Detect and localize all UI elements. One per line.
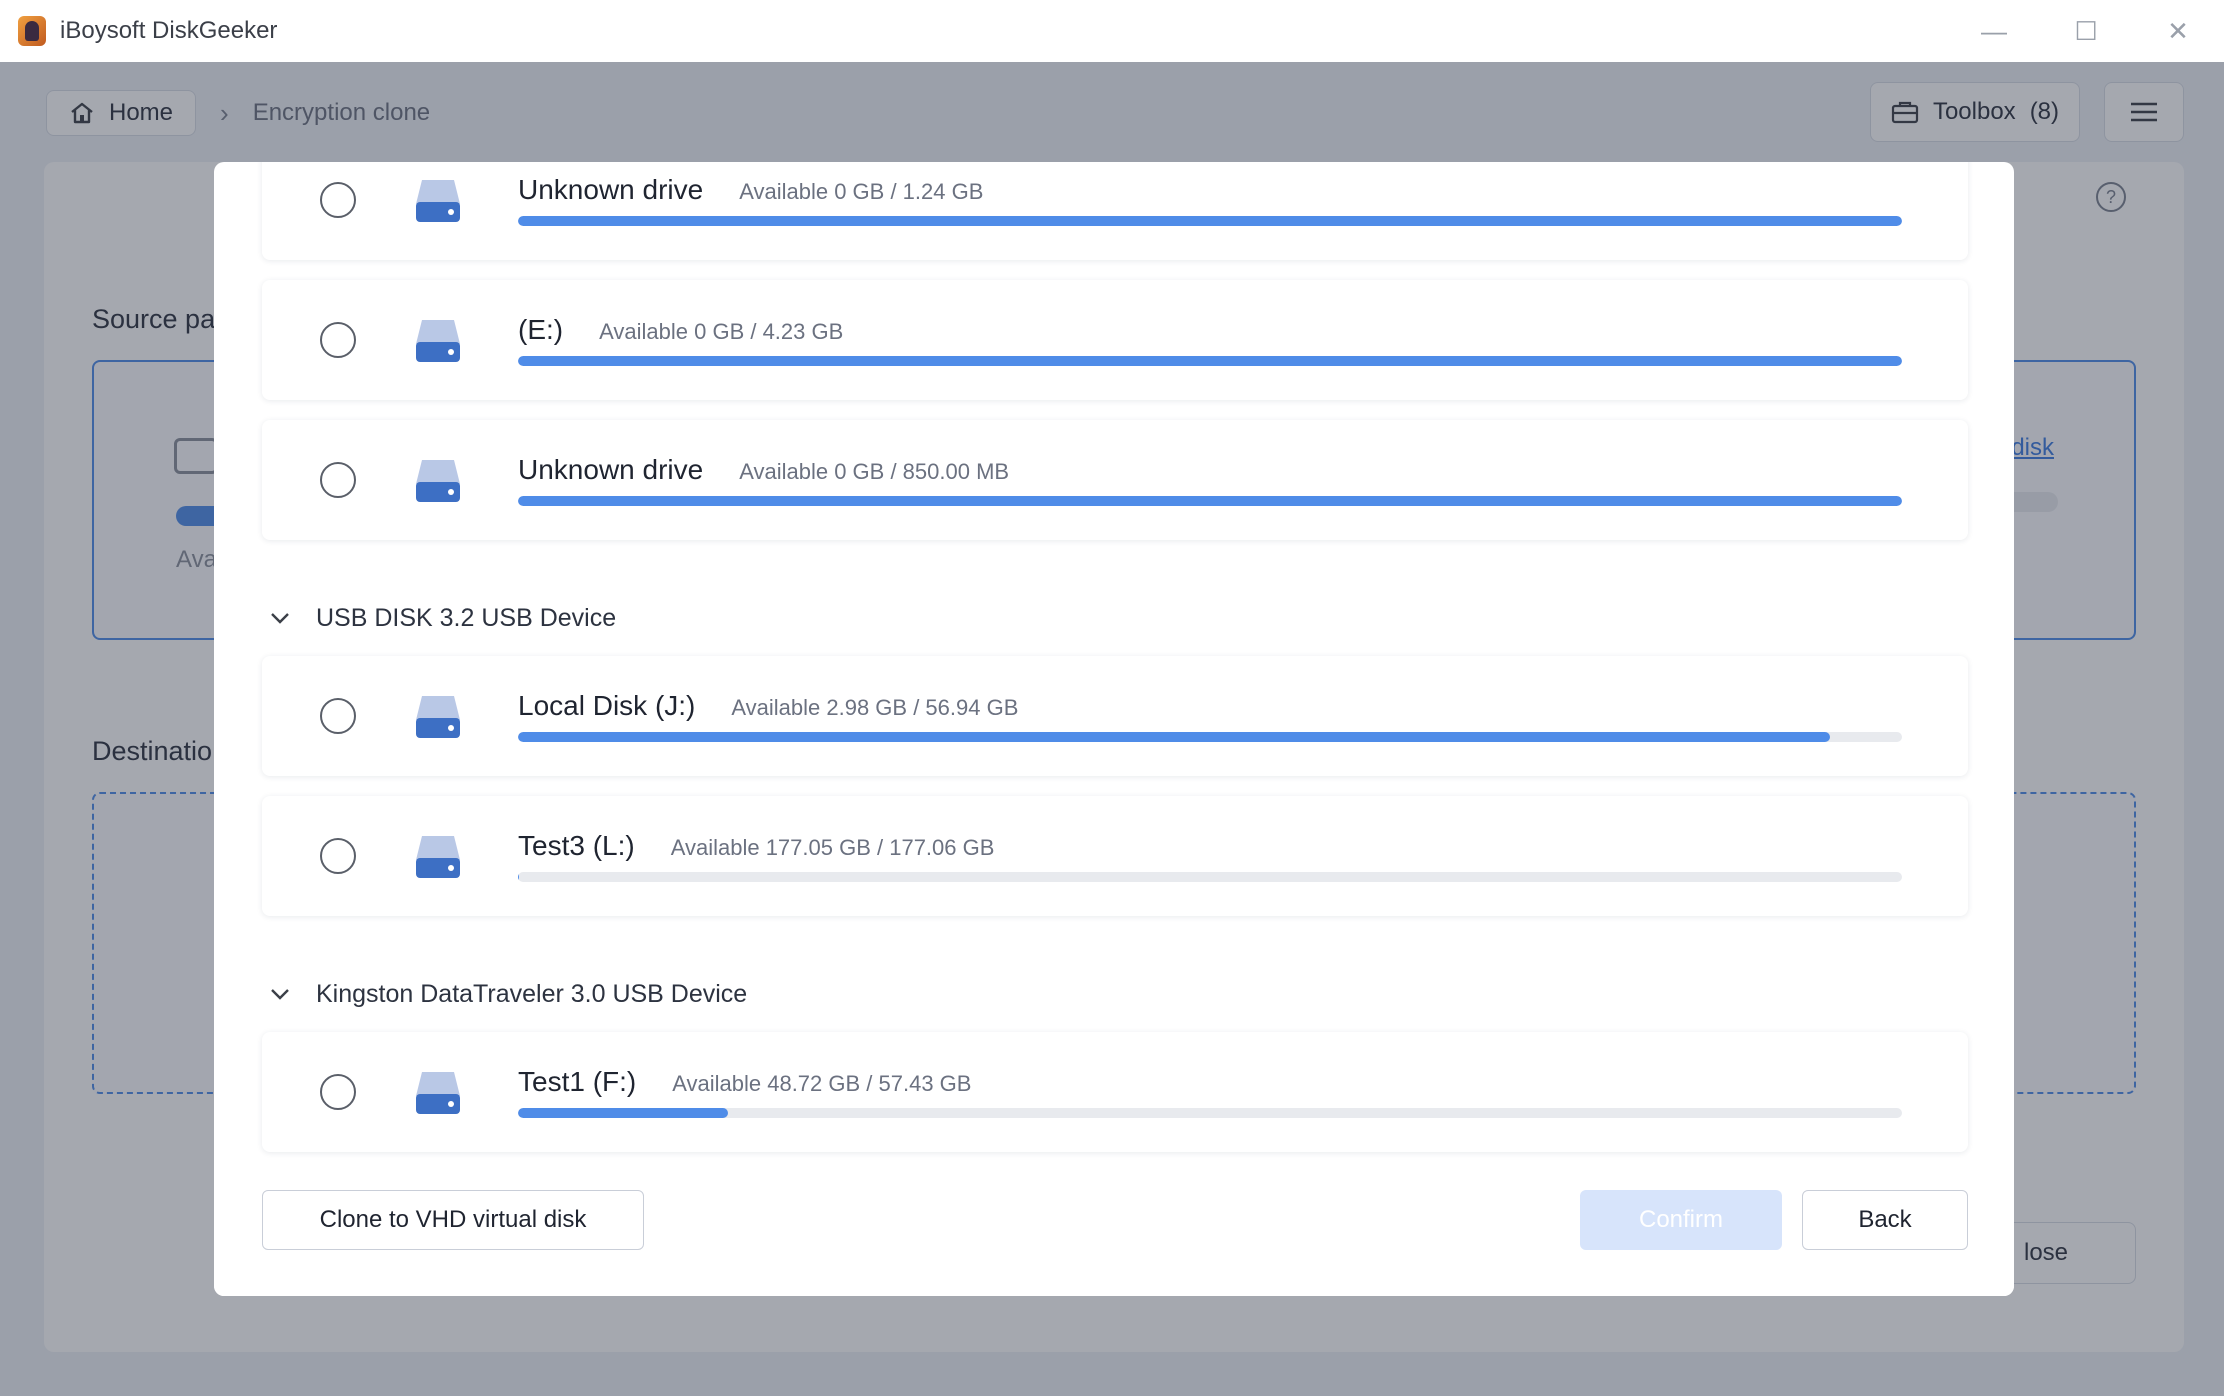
drive-usage-fill: [518, 496, 1902, 506]
drive-name: Local Disk (J:): [518, 690, 696, 721]
drive-icon: [416, 460, 460, 502]
drive-usage-track: [518, 1108, 1902, 1118]
drive-list[interactable]: Unknown drive Available 0 GB / 1.24 GB (E…: [214, 162, 2014, 1172]
drive-icon: [416, 180, 460, 222]
drive-available: Available 48.72 GB / 57.43 GB: [672, 1071, 972, 1096]
confirm-button[interactable]: Confirm: [1580, 1190, 1782, 1250]
drive-usage-track: [518, 732, 1902, 742]
drive-usage-fill: [518, 732, 1831, 742]
drive-label-row: Test3 (L:) Available 177.05 GB / 177.06 G…: [518, 830, 994, 862]
drive-usage-track: [518, 356, 1902, 366]
drive-radio[interactable]: [320, 462, 356, 498]
device-group-name: USB DISK 3.2 USB Device: [316, 603, 617, 632]
drive-name: Test1 (F:): [518, 1066, 637, 1097]
drive-card[interactable]: Test3 (L:) Available 177.05 GB / 177.06 G…: [262, 796, 1968, 916]
drive-radio[interactable]: [320, 838, 356, 874]
drive-usage-fill: [518, 356, 1902, 366]
drive-available: Available 2.98 GB / 56.94 GB: [731, 695, 1019, 720]
drive-label-row: Test1 (F:) Available 48.72 GB / 57.43 GB: [518, 1066, 971, 1098]
window-controls: — ☐ ✕: [1948, 0, 2224, 62]
drive-card[interactable]: Unknown drive Available 0 GB / 1.24 GB: [262, 162, 1968, 260]
chevron-down-icon: [271, 989, 289, 1000]
drive-radio[interactable]: [320, 322, 356, 358]
drive-icon: [416, 836, 460, 878]
drive-name: Test3 (L:): [518, 830, 635, 861]
drive-radio[interactable]: [320, 182, 356, 218]
maximize-button[interactable]: ☐: [2040, 0, 2132, 62]
drive-usage-fill: [518, 216, 1902, 226]
back-button[interactable]: Back: [1802, 1190, 1968, 1250]
drive-icon: [416, 1072, 460, 1114]
drive-radio[interactable]: [320, 1074, 356, 1110]
drive-label-row: Unknown drive Available 0 GB / 1.24 GB: [518, 174, 983, 206]
drive-name: Unknown drive: [518, 174, 704, 205]
drive-name: (E:): [518, 314, 564, 345]
drive-name: Unknown drive: [518, 454, 704, 485]
drive-icon: [416, 696, 460, 738]
drive-usage-track: [518, 496, 1902, 506]
drive-card[interactable]: Unknown drive Available 0 GB / 850.00 MB: [262, 420, 1968, 540]
drive-label-row: Local Disk (J:) Available 2.98 GB / 56.94…: [518, 690, 1018, 722]
drive-available: Available 177.05 GB / 177.06 GB: [670, 835, 995, 860]
drive-label-row: (E:) Available 0 GB / 4.23 GB: [518, 314, 843, 346]
drive-usage-track: [518, 216, 1902, 226]
modal-footer: Clone to VHD virtual disk Confirm Back: [214, 1172, 2014, 1296]
drive-usage-fill: [518, 872, 520, 882]
minimize-button[interactable]: —: [1948, 0, 2040, 62]
clone-to-vhd-button[interactable]: Clone to VHD virtual disk: [262, 1190, 644, 1250]
chevron-down-icon: [271, 613, 289, 624]
drive-icon: [416, 320, 460, 362]
device-group-header[interactable]: Kingston DataTraveler 3.0 USB Device: [268, 974, 747, 1014]
drive-usage-fill: [518, 1108, 729, 1118]
drive-available: Available 0 GB / 1.24 GB: [739, 179, 984, 204]
drive-usage-track: [518, 872, 1902, 882]
window-titlebar: iBoysoft DiskGeeker — ☐ ✕: [0, 0, 2224, 62]
drive-card[interactable]: (E:) Available 0 GB / 4.23 GB: [262, 280, 1968, 400]
close-window-button[interactable]: ✕: [2132, 0, 2224, 62]
device-group-header[interactable]: USB DISK 3.2 USB Device: [268, 598, 616, 638]
app-logo-icon: [18, 16, 46, 46]
drive-available: Available 0 GB / 850.00 MB: [739, 459, 1010, 484]
drive-label-row: Unknown drive Available 0 GB / 850.00 MB: [518, 454, 1009, 486]
device-group-name: Kingston DataTraveler 3.0 USB Device: [316, 979, 748, 1008]
drive-card[interactable]: Local Disk (J:) Available 2.98 GB / 56.94…: [262, 656, 1968, 776]
select-destination-modal: Unknown drive Available 0 GB / 1.24 GB (E…: [214, 162, 2014, 1296]
drive-card[interactable]: Test1 (F:) Available 48.72 GB / 57.43 GB: [262, 1032, 1968, 1152]
drive-radio[interactable]: [320, 698, 356, 734]
window-title: iBoysoft DiskGeeker: [60, 17, 278, 44]
drive-available: Available 0 GB / 4.23 GB: [599, 319, 844, 344]
